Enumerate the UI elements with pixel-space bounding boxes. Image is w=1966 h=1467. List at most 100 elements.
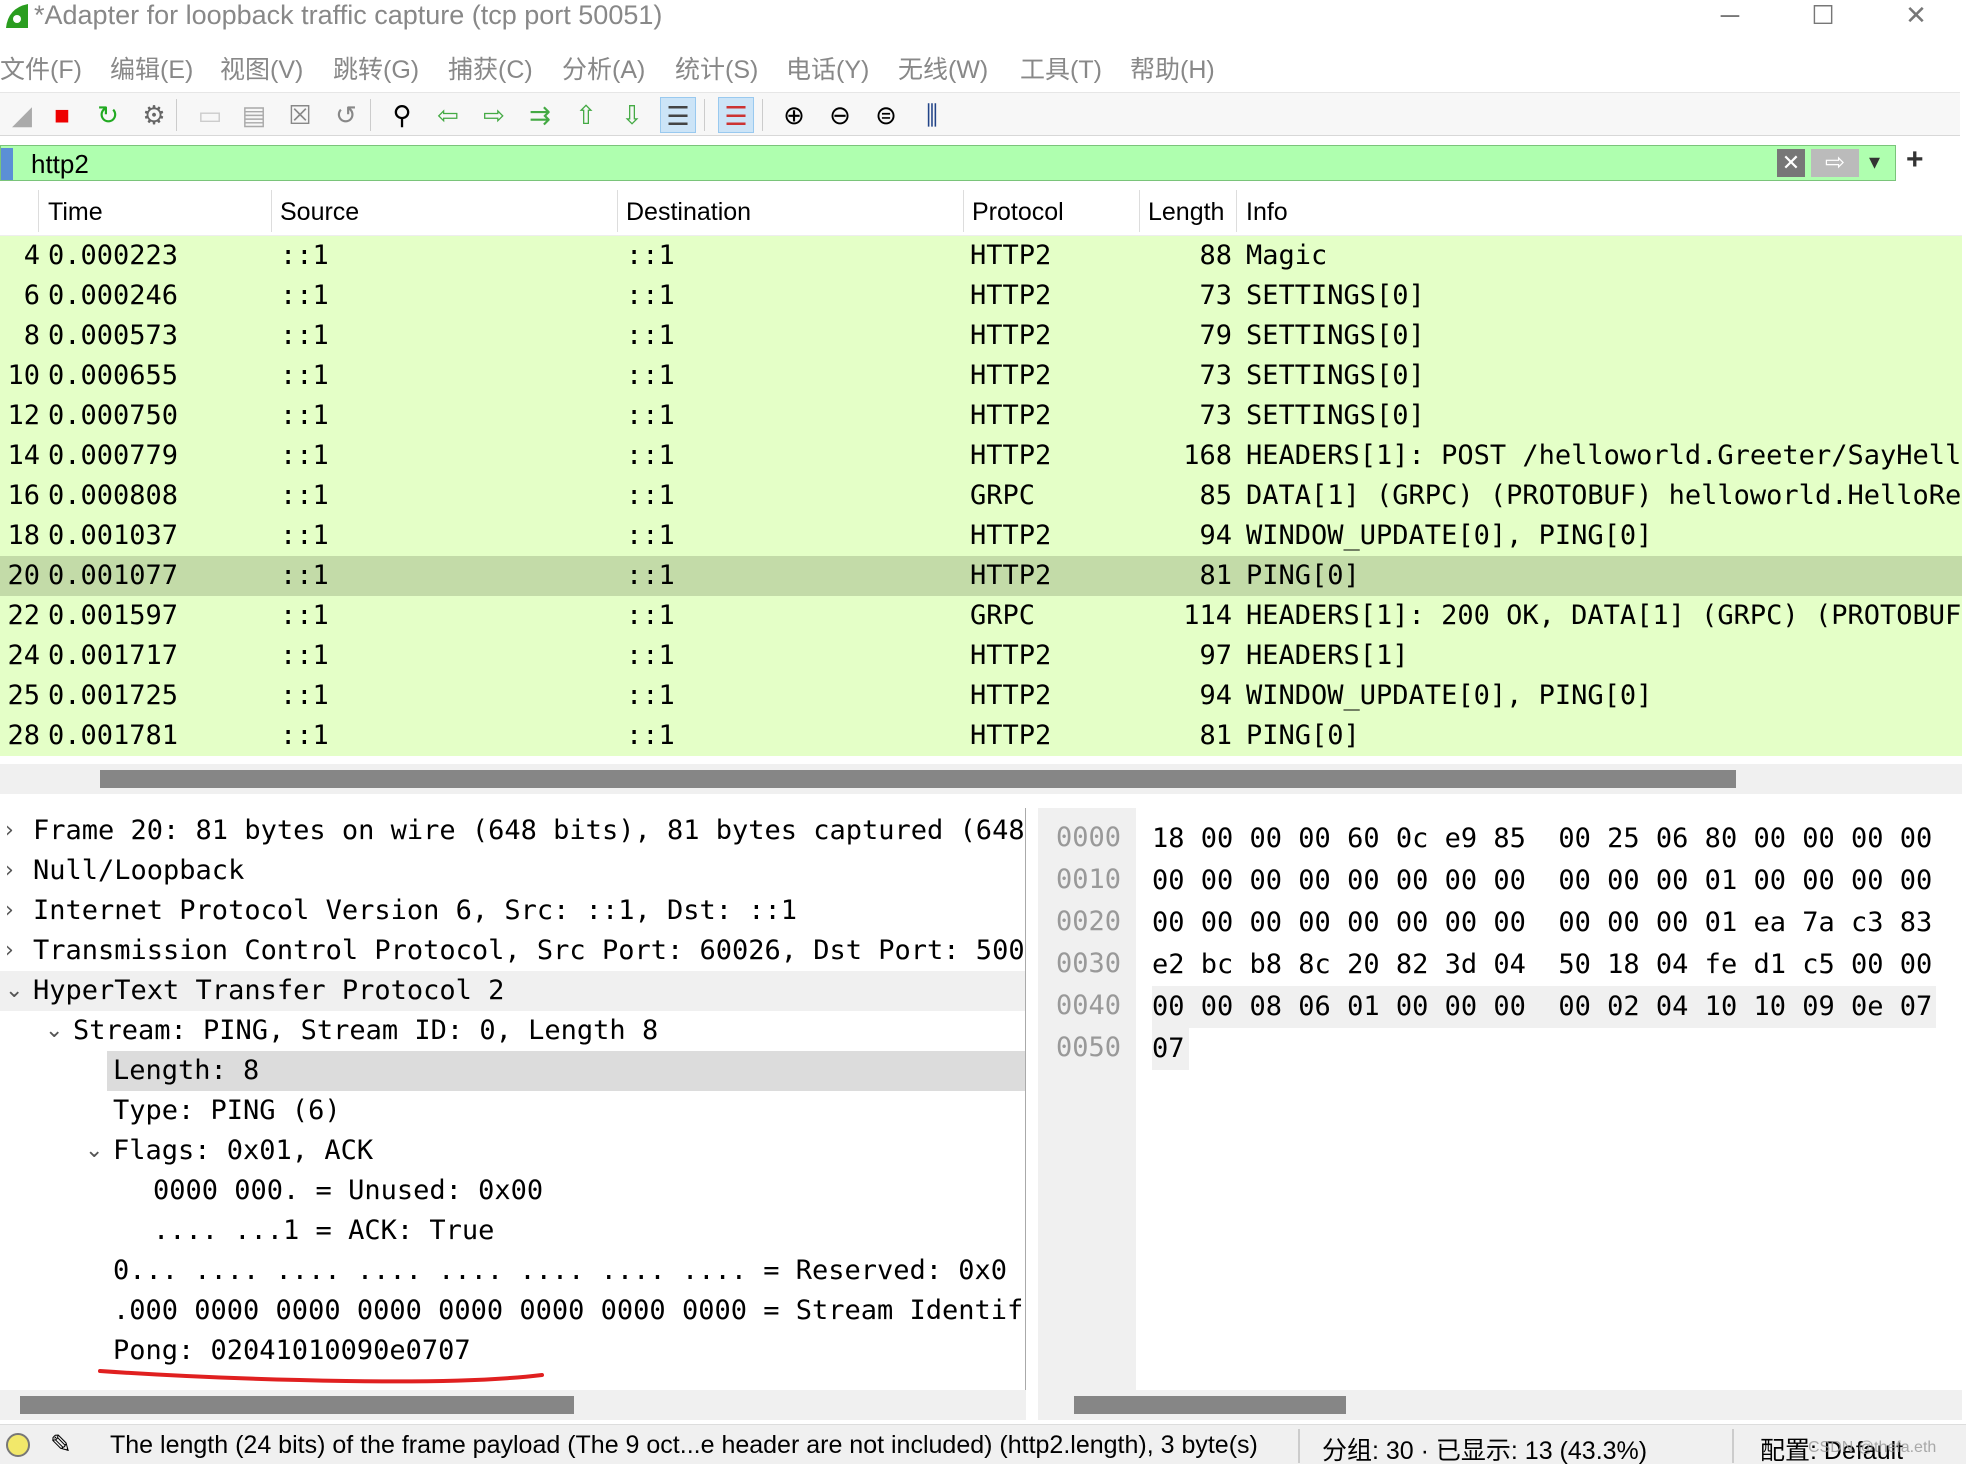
column-header-protocol[interactable]: Protocol [972,198,1064,227]
save-file-icon[interactable]: ▤ [236,97,272,133]
packet-row[interactable]: 10 0.000655::1::1 HTTP2 73 SETTINGS[0] [0,356,1962,396]
packet-row[interactable]: 6 0.000246::1::1 HTTP2 73 SETTINGS[0] [0,276,1962,316]
packet-row[interactable]: 22 0.001597::1::1 GRPC 114 HEADERS[1]: 200 O… [0,596,1962,636]
restart-icon[interactable]: ↻ [90,97,126,133]
packet-row[interactable]: 8 0.000573::1::1 HTTP2 79 SETTINGS[0] [0,316,1962,356]
expert-info-icon[interactable] [6,1433,30,1457]
filter-bookmark-icon[interactable] [1,148,13,180]
menu-item[interactable]: 跳转(G) [333,50,419,86]
menu-item[interactable]: 文件(F) [0,50,82,86]
packet-row[interactable]: 12 0.000750::1::1 HTTP2 73 SETTINGS[0] [0,396,1962,436]
detail-row[interactable]: .... ...1 = ACK: True [0,1211,1025,1251]
hex-bytes[interactable]: 18 00 00 00 60 0c e9 85 00 25 06 80 00 0… [1152,818,1936,860]
hex-bytes[interactable]: 00 00 00 00 00 00 00 00 00 00 00 01 00 0… [1152,860,1936,902]
column-divider[interactable] [963,190,964,232]
zoom-out-icon[interactable]: ⊖ [822,97,858,133]
detail-row[interactable]: › Transmission Control Protocol, Src Port… [0,931,1025,971]
collapse-arrow-icon[interactable]: ⌄ [5,971,23,1011]
open-folder-icon[interactable]: ▭ [192,97,228,133]
column-header-time[interactable]: Time [48,198,103,227]
menu-item[interactable]: 帮助(H) [1130,50,1215,86]
zoom-in-icon[interactable]: ⊕ [776,97,812,133]
packet-row[interactable]: 28 0.001781::1::1 HTTP2 81 PING[0] [0,716,1962,756]
edit-comment-icon[interactable]: ✎ [50,1429,72,1460]
minimize-button[interactable]: ─ [1700,0,1760,32]
scrollbar-thumb[interactable] [20,1396,574,1414]
packet-row[interactable]: 25 0.001725::1::1 HTTP2 94 WINDOW_UPDATE[0],… [0,676,1962,716]
menu-item[interactable]: 无线(W) [898,50,988,86]
details-scrollbar[interactable] [0,1390,1026,1420]
menu-item[interactable]: 统计(S) [675,50,758,86]
zoom-reset-icon[interactable]: ⊜ [868,97,904,133]
shark-fin-icon[interactable]: ◢ [4,97,40,133]
expand-arrow-icon[interactable]: › [5,811,14,851]
column-divider[interactable] [38,190,39,232]
detail-row[interactable]: .000 0000 0000 0000 0000 0000 0000 0000 … [0,1291,1025,1331]
menu-item[interactable]: 工具(T) [1020,50,1102,86]
packet-row[interactable]: 4 0.000223::1::1 HTTP2 88 Magic [0,236,1962,276]
forward-arrow-icon[interactable]: ⇨ [476,97,512,133]
detail-row[interactable]: 0... .... .... .... .... .... .... .... … [0,1251,1025,1291]
column-divider[interactable] [1139,190,1140,232]
column-header-length[interactable]: Length [1148,198,1224,227]
detail-row[interactable]: › Frame 20: 81 bytes on wire (648 bits), … [0,811,1025,851]
colorize-icon[interactable]: ☰ [718,97,754,133]
add-filter-button[interactable]: + [1906,143,1924,177]
scrollbar-thumb[interactable] [1074,1396,1346,1414]
hex-bytes[interactable]: e2 bc b8 8c 20 82 3d 04 50 18 04 fe d1 c… [1152,944,1936,986]
menu-item[interactable]: 编辑(E) [110,50,193,86]
detail-row[interactable]: › Null/Loopback [0,851,1025,891]
column-divider[interactable] [617,190,618,232]
detail-row[interactable]: Type: PING (6) [0,1091,1025,1131]
menu-item[interactable]: 电话(Y) [786,50,869,86]
options-gear-icon[interactable]: ⚙ [136,97,172,133]
expand-arrow-icon[interactable]: › [5,891,14,931]
apply-filter-icon[interactable]: ⇨ [1811,149,1859,177]
bytes-scrollbar[interactable] [1038,1390,1962,1420]
detail-row[interactable]: Pong: 02041010090e0707 [0,1331,1025,1384]
packet-row[interactable]: 20 0.001077::1::1 HTTP2 81 PING[0] [0,556,1962,596]
maximize-button[interactable]: ☐ [1793,0,1853,32]
detail-row[interactable]: ⌄ Flags: 0x01, ACK [0,1131,1025,1171]
packet-row[interactable]: 18 0.001037::1::1 HTTP2 94 WINDOW_UPDATE[0],… [0,516,1962,556]
packet-row[interactable]: 24 0.001717::1::1 HTTP2 97 HEADERS[1] [0,636,1962,676]
close-button[interactable]: ✕ [1886,0,1946,32]
detail-row[interactable]: › Internet Protocol Version 6, Src: ::1, … [0,891,1025,931]
detail-row[interactable]: ⌄ HyperText Transfer Protocol 2 [0,971,1025,1011]
collapse-arrow-icon[interactable]: ⌄ [85,1131,103,1171]
hex-bytes[interactable]: 07 [1152,1028,1189,1070]
display-filter-input[interactable]: http2 ✕ ⇨ ▾ [0,145,1896,181]
stop-icon[interactable]: ■ [44,97,80,133]
autoscroll-icon[interactable]: ☰ [660,97,696,133]
packet-row[interactable]: 16 0.000808::1::1 GRPC 85 DATA[1] (GRPC) (PR… [0,476,1962,516]
clear-filter-icon[interactable]: ✕ [1777,149,1805,177]
column-header-destination[interactable]: Destination [626,198,751,227]
collapse-arrow-icon[interactable]: ⌄ [45,1011,63,1051]
column-divider[interactable] [1236,190,1237,232]
close-file-icon[interactable]: ☒ [282,97,318,133]
last-packet-icon[interactable]: ⇩ [614,97,650,133]
menu-item[interactable]: 捕获(C) [448,50,533,86]
hex-bytes[interactable]: 00 00 08 06 01 00 00 00 00 02 04 10 10 0… [1152,986,1937,1028]
expand-arrow-icon[interactable]: › [5,851,14,891]
resize-columns-icon[interactable]: ⫼ [914,97,950,133]
find-icon[interactable]: ⚲ [384,97,420,133]
detail-row[interactable]: ⌄ Stream: PING, Stream ID: 0, Length 8 [0,1011,1025,1051]
column-divider[interactable] [271,190,272,232]
back-arrow-icon[interactable]: ⇦ [430,97,466,133]
packet-list-scrollbar[interactable] [0,764,1962,794]
scrollbar-thumb[interactable] [100,770,1736,788]
menu-item[interactable]: 视图(V) [220,50,303,86]
hex-bytes[interactable]: 00 00 00 00 00 00 00 00 00 00 00 01 ea 7… [1152,902,1936,944]
filter-history-dropdown[interactable]: ▾ [1869,149,1880,175]
packet-row[interactable]: 14 0.000779::1::1 HTTP2 168 HEADERS[1]: POST… [0,436,1962,476]
detail-row[interactable]: 0000 000. = Unused: 0x00 [0,1171,1025,1211]
column-header-source[interactable]: Source [280,198,359,227]
column-header-info[interactable]: Info [1246,198,1288,227]
reload-icon[interactable]: ↺ [328,97,364,133]
go-to-packet-icon[interactable]: ⇉ [522,97,558,133]
menu-item[interactable]: 分析(A) [562,50,645,86]
first-packet-icon[interactable]: ⇧ [568,97,604,133]
detail-row[interactable]: Length: 8 [0,1051,1025,1091]
expand-arrow-icon[interactable]: › [5,931,14,971]
